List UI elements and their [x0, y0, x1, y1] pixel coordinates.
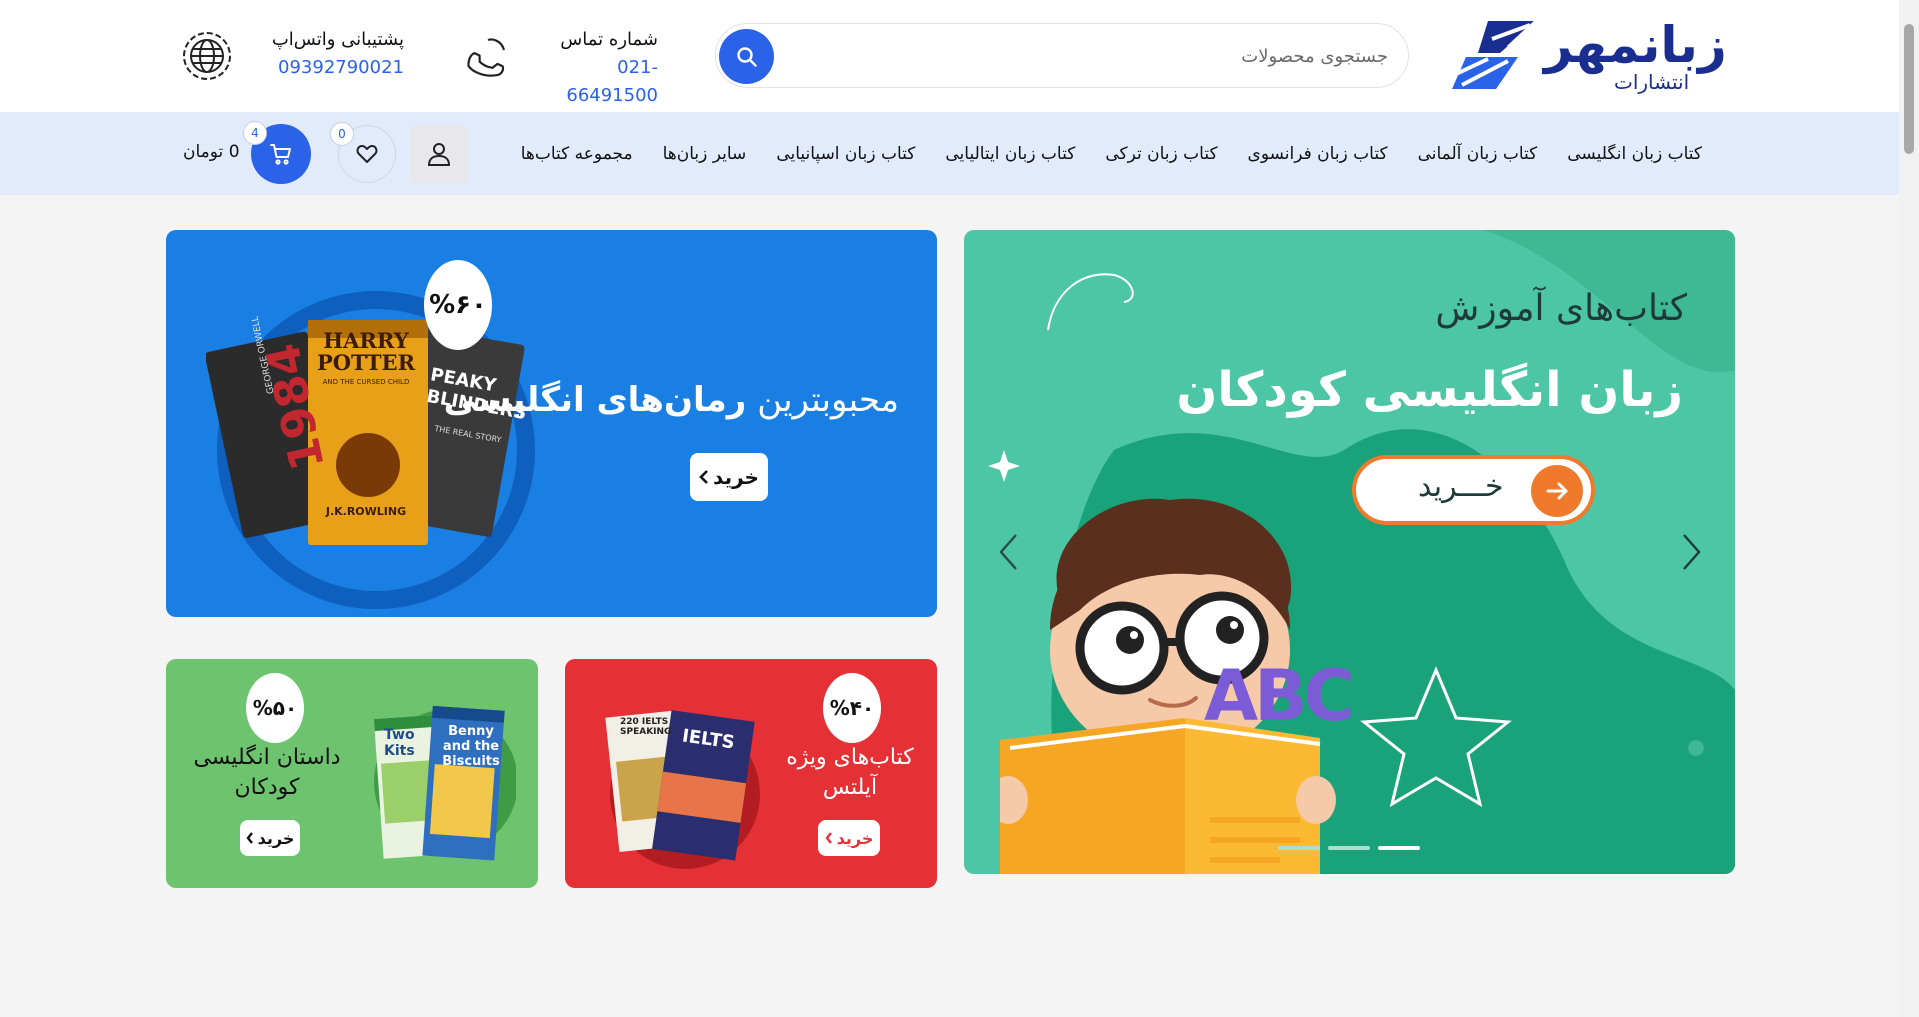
nav-item-italian[interactable]: کتاب زبان ایتالیایی [930, 144, 1090, 164]
slider-dot-active[interactable] [1378, 846, 1420, 850]
harry-potter-subtitle: AND THE CURSED CHILD [322, 378, 410, 386]
kids-stories-buy-label: خرید [257, 828, 295, 848]
scrollbar-thumb[interactable] [1904, 24, 1914, 154]
logo-name: زبانمهر [1544, 16, 1728, 74]
ielts220-book-title: 220 IELTS SPEAKING [620, 717, 672, 737]
category-menu: کتاب زبان انگلیسی کتاب زبان آلمانی کتاب … [506, 112, 1717, 195]
slider-dot[interactable] [1328, 846, 1370, 850]
nav-item-other-languages[interactable]: سایر زبان‌ها [648, 144, 762, 164]
kids-stories-buy-button[interactable]: خرید [240, 820, 300, 856]
logo-subtitle: انتشارات [1614, 70, 1690, 94]
whatsapp-contact[interactable]: پشتیبانی واتس‌اپ 09392790021 [258, 26, 404, 82]
novels-title: محبوبترین رمان‌های انگلیسی [444, 380, 899, 420]
nav-item-spanish[interactable]: کتاب زبان اسپانیایی [761, 144, 930, 164]
page-scrollbar[interactable] [1899, 0, 1919, 1017]
search-button[interactable] [719, 29, 774, 84]
globe-support-icon [180, 29, 234, 83]
logo-mark-icon [1452, 19, 1538, 89]
chevron-left-icon [246, 832, 253, 844]
arrow-right-icon [1531, 465, 1583, 517]
novels-title-bold: رمان‌های انگلیسی [443, 380, 747, 420]
chevron-left-icon [999, 534, 1017, 570]
hero-slider[interactable]: کتاب‌های آموزش زبان انگلیسی کودکان خـــر… [964, 230, 1735, 874]
promo-kids-stories-banner[interactable]: Two Kits Benny and the Biscuits %۵۰ داست… [166, 659, 538, 888]
kids-stories-title: داستان انگلیسی کودکان [193, 745, 341, 800]
phone-contact[interactable]: شماره تماس 021-66491500 [536, 26, 658, 110]
search-box [715, 23, 1409, 88]
nav-item-french[interactable]: کتاب زبان فرانسوی [1233, 144, 1403, 164]
book-two-kits-title: Two Kits [384, 727, 415, 759]
hero-title-line2: زبان انگلیسی کودکان [1176, 362, 1683, 418]
ielts-title: کتاب‌های ویژه آیلتس [786, 745, 914, 800]
harry-potter-title: HARRY POTTER [316, 328, 416, 375]
whatsapp-label: پشتیبانی واتس‌اپ [271, 29, 404, 50]
hero-title-line1: کتاب‌های آموزش [1435, 288, 1687, 329]
phone-icon [456, 28, 512, 84]
chevron-right-icon [1683, 534, 1701, 570]
nav-item-german[interactable]: کتاب زبان آلمانی [1403, 144, 1553, 164]
heart-icon [356, 145, 378, 163]
slider-next-button[interactable] [1676, 532, 1706, 572]
account-button[interactable] [410, 125, 468, 183]
cart-icon [270, 144, 291, 165]
promo-ielts-banner[interactable]: 220 IELTS SPEAKING IELTS %۴۰ کتاب‌های وی… [565, 659, 937, 888]
hero-buy-label: خـــرید [1418, 469, 1504, 504]
chevron-left-icon [699, 470, 708, 484]
nav-item-book-collections[interactable]: مجموعه کتاب‌ها [506, 144, 648, 164]
slider-prev-button[interactable] [994, 532, 1024, 572]
slider-dots [1278, 846, 1420, 850]
hero-book-letters: ABC [1204, 655, 1355, 737]
slider-dot[interactable] [1278, 846, 1320, 850]
novels-buy-label: خرید [713, 465, 759, 489]
search-icon [736, 46, 757, 67]
novels-title-light: محبوبترین [757, 380, 899, 420]
site-logo[interactable]: زبانمهر انتشارات [1448, 12, 1733, 98]
phone-label: شماره تماس [560, 29, 658, 50]
chevron-left-icon [825, 832, 832, 844]
cart-total: 0 تومان [183, 142, 240, 162]
nav-item-turkish[interactable]: کتاب زبان ترکی [1090, 144, 1232, 164]
discount-badge-60: %۶۰ [424, 260, 492, 350]
user-icon [427, 143, 451, 166]
ielts-buy-label: خرید [836, 828, 874, 848]
promo-novels-banner[interactable]: 1984 GEORGE ORWELL HARRY POTTER AND THE … [166, 230, 937, 617]
novels-buy-button[interactable]: خرید [690, 453, 768, 501]
discount-badge-40: %۴۰ [823, 673, 881, 743]
wishlist-count-badge: 0 [330, 122, 354, 146]
cart-count-badge: 4 [243, 121, 267, 145]
book-benny-title: Benny and the Biscuits [442, 724, 500, 769]
harry-potter-author: J.K.ROWLING [325, 505, 407, 518]
whatsapp-number[interactable]: 09392790021 [258, 54, 404, 82]
kids-books-illustration [373, 705, 516, 861]
search-input[interactable] [828, 37, 1388, 75]
nav-item-english[interactable]: کتاب زبان انگلیسی [1552, 144, 1717, 164]
phone-number[interactable]: 021-66491500 [536, 54, 658, 110]
discount-badge-50: %۵۰ [246, 673, 304, 743]
ielts-buy-button[interactable]: خرید [818, 820, 880, 856]
